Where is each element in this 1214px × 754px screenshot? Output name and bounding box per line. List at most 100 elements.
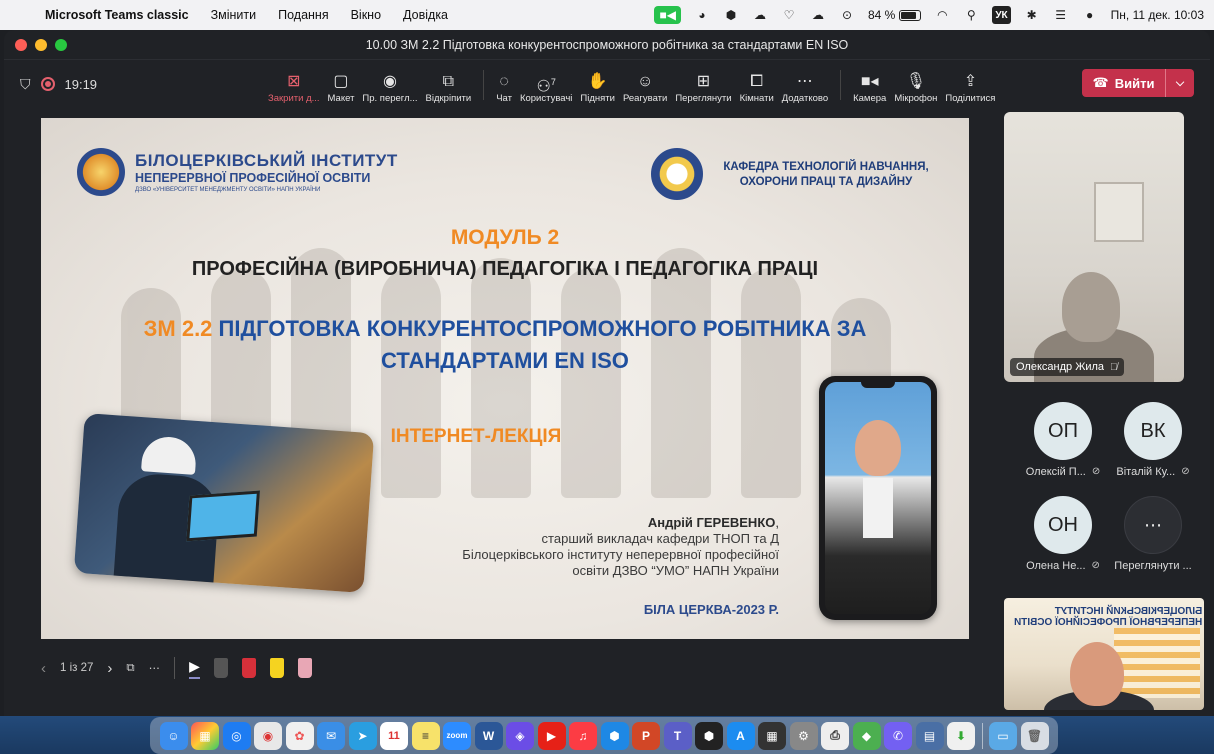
siri-icon[interactable]: ● — [1082, 6, 1098, 24]
chrome-icon[interactable]: ◉ — [254, 721, 282, 750]
people-button[interactable]: ⚇7 Користувачі — [516, 66, 576, 104]
vpn-app-icon[interactable]: ⬢ — [600, 721, 629, 750]
view-label: Переглянути — [675, 93, 732, 104]
laser-pointer-icon[interactable]: ▶ — [189, 658, 200, 679]
viber-icon[interactable]: ✆ — [884, 721, 912, 750]
menu-app-name[interactable]: Microsoft Teams classic — [34, 8, 200, 22]
mic-muted-icon: ⊘ — [1091, 560, 1100, 571]
finder-icon[interactable]: ☺ — [159, 721, 188, 750]
leave-label-wrap[interactable]: ☎ Вийти — [1082, 69, 1166, 97]
author-phone-photo — [819, 376, 937, 620]
department-emblem-icon — [651, 148, 703, 200]
view-more-participants-button[interactable]: ⋯ Переглянути ... — [1110, 496, 1196, 576]
app-store-icon[interactable]: A — [726, 721, 755, 750]
system-settings-icon[interactable]: ⚙ — [789, 721, 818, 750]
camera-in-use-icon[interactable]: ■◀ — [654, 6, 681, 24]
window-titlebar[interactable]: 10.00 ЗМ 2.2 Підготовка конкурентоспромо… — [4, 30, 1210, 60]
chat-button[interactable]: ◌ Чат — [492, 66, 516, 104]
trash-icon[interactable]: 🗑 — [1020, 721, 1049, 750]
menu-help[interactable]: Довідка — [392, 8, 459, 22]
calculator-icon[interactable]: ▦ — [758, 721, 786, 750]
presenter-view-button[interactable]: ◉ Пр. перегл... — [358, 66, 421, 104]
previous-slide-icon[interactable]: ‹ — [41, 660, 46, 677]
pop-out-button[interactable]: ⧉ Відкріпити — [422, 66, 476, 104]
cloud-icon[interactable]: ☁ — [752, 6, 768, 24]
background-figure — [741, 268, 801, 498]
vpn-dark-icon[interactable]: ⬢ — [695, 721, 723, 750]
printer-icon[interactable]: ⎙ — [821, 721, 849, 750]
avatar: ВК — [1124, 402, 1182, 460]
keyboard-layout[interactable]: УК — [992, 6, 1011, 24]
background-figure — [471, 258, 531, 498]
minimize-window-button[interactable] — [35, 38, 47, 51]
bluetooth-icon[interactable]: ✱ — [1024, 6, 1040, 24]
participant-name-label: Олександр Жила 🎙̸ — [1010, 358, 1124, 376]
next-slide-icon[interactable]: › — [107, 660, 112, 677]
react-button[interactable]: ☺ Реагувати — [619, 66, 671, 104]
more-options-icon[interactable]: ⋯ — [149, 661, 161, 675]
department-line1: КАФЕДРА ТЕХНОЛОГІЙ НАВЧАННЯ, — [723, 161, 929, 173]
music-icon[interactable]: ♫ — [569, 721, 597, 750]
word-icon[interactable]: W — [474, 721, 503, 750]
telegram-icon[interactable]: ➤ — [348, 721, 377, 750]
share-icon: ⇪ — [963, 73, 978, 90]
close-window-button[interactable] — [15, 38, 27, 51]
preview-icon[interactable]: ▤ — [915, 721, 944, 750]
raise-hand-button[interactable]: ✋ Підняти — [576, 66, 619, 104]
share-button[interactable]: ⇪ Поділитися — [941, 66, 999, 104]
search-icon[interactable]: ⚲ — [963, 6, 979, 24]
menu-edit[interactable]: Змінити — [200, 8, 268, 22]
launchpad-icon[interactable]: ▦ — [191, 721, 219, 750]
more-button[interactable]: ⋯ Додатково — [778, 66, 832, 104]
vpn-icon[interactable]: ⬢ — [723, 6, 739, 24]
participant-tile[interactable]: ВК Віталій Ку... ⊘ — [1110, 402, 1196, 482]
play-icon[interactable]: ⊙ — [839, 6, 855, 24]
rooms-label: Кімнати — [739, 93, 774, 104]
participant-tile[interactable]: ОП Олексій П... ⊘ — [1020, 402, 1106, 482]
self-video-preview[interactable]: БІЛОЦЕРКІВСЬКИЙ ІНСТИТУТ НЕПЕРЕРВНОЇ ПРОФ… — [1004, 598, 1204, 710]
teams-icon[interactable]: T — [663, 721, 692, 750]
red-pen-icon[interactable] — [241, 658, 256, 678]
notes-icon[interactable]: ≡ — [411, 721, 440, 750]
calendar-icon[interactable]: 11 — [380, 721, 408, 750]
wifi-icon[interactable]: ◠ — [934, 6, 950, 24]
safari-icon[interactable]: ◎ — [222, 721, 251, 750]
microphone-button[interactable]: 🎙 Мікрофон — [890, 66, 941, 104]
camera-button[interactable]: ■◂ Камера — [849, 66, 890, 104]
chevron-down-icon[interactable]: ⌵ — [1166, 77, 1194, 90]
menu-view[interactable]: Подання — [267, 8, 339, 22]
zoom-icon[interactable]: zoom — [443, 721, 471, 750]
youtube-icon[interactable]: ▶ — [537, 721, 566, 750]
mail-icon[interactable]: ✉ — [317, 721, 345, 750]
slide-grid-icon[interactable]: ⧉ — [126, 662, 134, 675]
downloads-folder-icon[interactable]: ▭ — [989, 721, 1017, 750]
stop-sharing-button[interactable]: ⊠ Закрити д... — [264, 66, 324, 104]
fullscreen-window-button[interactable] — [55, 38, 67, 51]
photos-icon[interactable]: ✿ — [285, 721, 314, 750]
installer-icon[interactable]: ⬇ — [947, 721, 975, 750]
game-icon[interactable]: ◆ — [852, 721, 881, 750]
self-face-shape — [1070, 642, 1124, 706]
author-face-shape — [855, 420, 901, 476]
gray-pen-icon[interactable] — [213, 658, 228, 678]
rooms-button[interactable]: ⧠ Кімнати — [736, 66, 778, 104]
sync-icon[interactable]: ☁ — [810, 6, 826, 24]
control-center-icon[interactable]: ☰ — [1053, 6, 1069, 24]
view-button[interactable]: ⊞ Переглянути — [671, 66, 735, 104]
shield-icon[interactable]: ♡ — [781, 6, 797, 24]
subject-title: ПРОФЕСІЙНА (ВИРОБНИЧА) ПЕДАГОГІКА І ПЕДА… — [191, 258, 819, 280]
skype-icon[interactable]: ◕ — [694, 6, 710, 24]
institute-logo: БІЛОЦЕРКІВСЬКИЙ ІНСТИТУТ НЕПЕРЕРВНОЇ ПРО… — [77, 148, 398, 196]
viber-alt-icon[interactable]: ◈ — [506, 721, 534, 750]
powerpoint-icon[interactable]: P — [632, 721, 660, 750]
menubar-clock[interactable]: Пн, 11 дек. 10:03 — [1111, 8, 1204, 22]
layout-button[interactable]: ▢ Макет — [324, 66, 359, 104]
battery-indicator[interactable]: 84 % — [868, 8, 922, 22]
recording-icon — [40, 77, 55, 91]
menu-window[interactable]: Вікно — [340, 8, 392, 22]
participant-tile[interactable]: ОН Олена Не... ⊘ — [1020, 496, 1106, 576]
highlighter-icon[interactable] — [269, 658, 284, 678]
leave-meeting-button[interactable]: ☎ Вийти ⌵ — [1082, 69, 1194, 97]
participant-video-tile[interactable]: Олександр Жила 🎙̸ — [1004, 112, 1184, 382]
eraser-icon[interactable] — [297, 658, 312, 678]
